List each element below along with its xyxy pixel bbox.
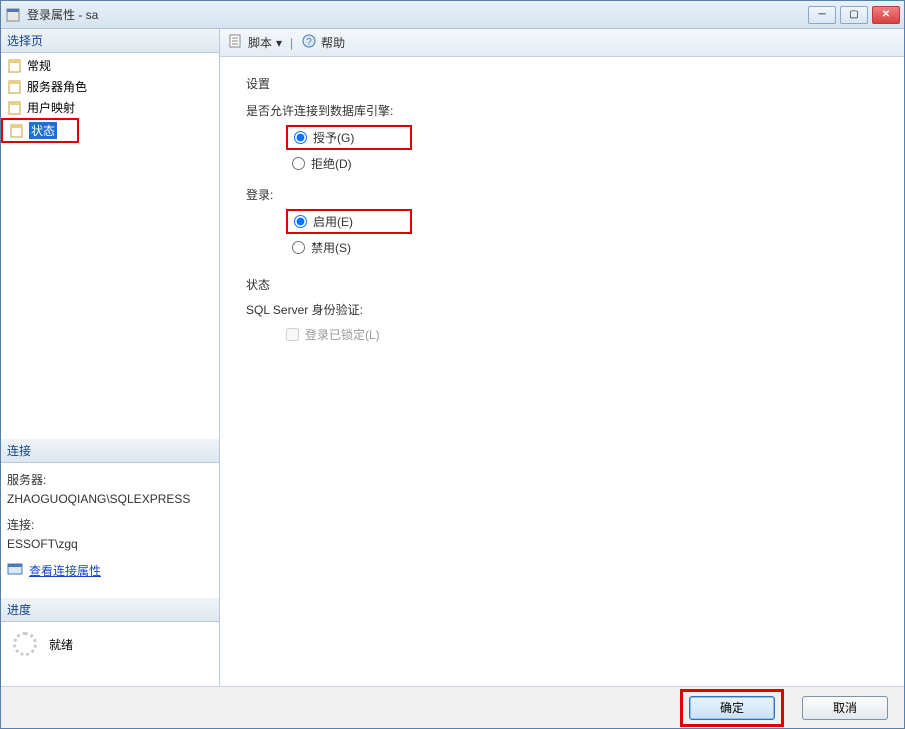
minimize-button[interactable]: ─: [808, 6, 836, 24]
page-icon: [9, 123, 25, 139]
help-button[interactable]: ? 帮助: [301, 33, 345, 52]
page-item-status[interactable]: 状态: [1, 118, 79, 143]
connection-header: 连接: [1, 439, 219, 463]
page-icon: [7, 58, 23, 74]
connection-label: 连接:: [7, 516, 213, 533]
progress-header: 进度: [1, 598, 219, 622]
radio-enable-label: 启用(E): [313, 213, 353, 230]
pages-header: 选择页: [1, 29, 219, 53]
page-label: 服务器角色: [27, 78, 87, 95]
properties-window: 登录属性 - sa ─ ▢ ✕ 选择页 常规 服务器角色 用: [0, 0, 905, 729]
connection-value: ESSOFT\zgq: [7, 537, 213, 551]
radio-enable-input[interactable]: [294, 215, 307, 228]
right-pane: 脚本 ▾ | ? 帮助 设置 是否允许连接到数据库引擎: 授予(G): [220, 29, 904, 686]
close-button[interactable]: ✕: [872, 6, 900, 24]
window-title: 登录属性 - sa: [27, 6, 808, 23]
help-label: 帮助: [321, 34, 345, 51]
bottom-bar: 确定 取消: [1, 686, 904, 728]
pages-list: 常规 服务器角色 用户映射 状态: [1, 53, 219, 145]
script-button[interactable]: 脚本 ▾: [228, 33, 282, 52]
locked-checkbox: [286, 328, 299, 341]
help-icon: ?: [301, 33, 317, 52]
window-buttons: ─ ▢ ✕: [808, 6, 900, 24]
login-heading: 登录:: [246, 186, 888, 203]
cancel-button[interactable]: 取消: [802, 696, 888, 720]
page-icon: [7, 79, 23, 95]
server-value: ZHAOGUOQIANG\SQLEXPRESS: [7, 492, 213, 506]
svg-text:?: ?: [306, 37, 312, 48]
page-label: 状态: [29, 122, 57, 139]
dropdown-icon: ▾: [276, 36, 282, 50]
toolbar: 脚本 ▾ | ? 帮助: [220, 29, 904, 57]
progress-row: 就绪: [7, 626, 213, 662]
connection-block: 服务器: ZHAOGUOQIANG\SQLEXPRESS 连接: ESSOFT\…: [1, 463, 219, 584]
properties-icon: [7, 561, 23, 580]
content-area: 设置 是否允许连接到数据库引擎: 授予(G) 拒绝(D) 登录:: [220, 57, 904, 353]
status-heading: 状态: [246, 276, 888, 293]
window-icon: [5, 7, 21, 23]
locked-checkbox-row: 登录已锁定(L): [286, 326, 888, 343]
radio-disable[interactable]: 禁用(S): [286, 237, 888, 258]
progress-spinner-icon: [13, 632, 37, 656]
page-item-server-roles[interactable]: 服务器角色: [1, 76, 219, 97]
titlebar: 登录属性 - sa ─ ▢ ✕: [1, 1, 904, 29]
radio-deny-label: 拒绝(D): [311, 155, 352, 172]
page-item-general[interactable]: 常规: [1, 55, 219, 76]
ok-highlight: 确定: [680, 689, 784, 727]
progress-text: 就绪: [49, 636, 73, 653]
script-label: 脚本: [248, 34, 272, 51]
connect-question: 是否允许连接到数据库引擎:: [246, 102, 888, 119]
left-pane: 选择页 常规 服务器角色 用户映射 状态: [1, 29, 220, 686]
view-connection-props-link[interactable]: 查看连接属性: [29, 562, 101, 579]
page-label: 用户映射: [27, 99, 75, 116]
toolbar-separator: |: [290, 36, 293, 50]
radio-deny[interactable]: 拒绝(D): [286, 153, 888, 174]
radio-disable-input[interactable]: [292, 241, 305, 254]
radio-enable[interactable]: 启用(E): [286, 209, 412, 234]
locked-label: 登录已锁定(L): [305, 326, 380, 343]
maximize-button[interactable]: ▢: [840, 6, 868, 24]
page-label: 常规: [27, 57, 51, 74]
script-icon: [228, 33, 244, 52]
radio-disable-label: 禁用(S): [311, 239, 351, 256]
radio-grant-input[interactable]: [294, 131, 307, 144]
page-icon: [7, 100, 23, 116]
radio-deny-input[interactable]: [292, 157, 305, 170]
server-label: 服务器:: [7, 471, 213, 488]
settings-heading: 设置: [246, 75, 888, 92]
radio-grant[interactable]: 授予(G): [286, 125, 412, 150]
page-item-user-mapping[interactable]: 用户映射: [1, 97, 219, 118]
ok-button[interactable]: 确定: [689, 696, 775, 720]
radio-grant-label: 授予(G): [313, 129, 354, 146]
sql-auth-label: SQL Server 身份验证:: [246, 301, 888, 318]
